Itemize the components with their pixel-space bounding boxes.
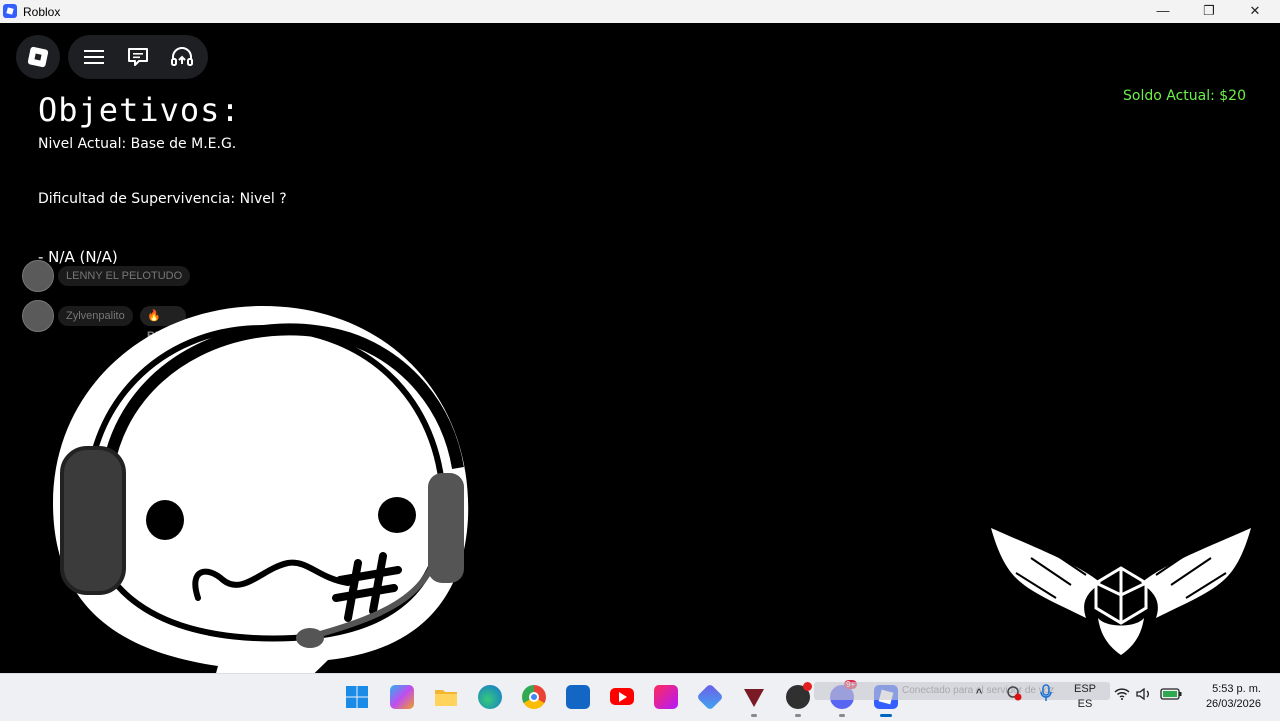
language-top: ESP bbox=[1074, 683, 1097, 695]
balance-text: Soldo Actual: $20 bbox=[1123, 88, 1246, 104]
game-launcher-icon[interactable] bbox=[742, 685, 766, 709]
volume-icon[interactable] bbox=[1136, 687, 1152, 704]
app-running-indicator bbox=[839, 714, 845, 717]
objective-item: - N/A (N/A) bbox=[38, 248, 118, 266]
windows-taskbar: 9+ Conectado para el servidor de voz ^ E… bbox=[0, 673, 1280, 721]
roblox-menu-button[interactable] bbox=[16, 35, 60, 79]
game-viewport[interactable]: Objetivos: Nivel Actual: Base de M.E.G. … bbox=[0, 23, 1280, 673]
window-titlebar[interactable]: Roblox — ❐ ✕ bbox=[0, 0, 1280, 23]
window-title: Roblox bbox=[23, 5, 61, 19]
security-warning-icon[interactable] bbox=[1006, 685, 1022, 704]
topbar-controls bbox=[68, 35, 208, 79]
objectives-panel: Objetivos: bbox=[38, 91, 241, 129]
system-clock[interactable]: 5:53 p. m. 26/03/2026 bbox=[1206, 682, 1261, 712]
minimize-button[interactable]: — bbox=[1140, 0, 1186, 23]
close-button[interactable]: ✕ bbox=[1232, 0, 1278, 23]
voice-headset-icon[interactable] bbox=[168, 43, 196, 71]
voice-notification: Conectado para el servidor de voz bbox=[814, 682, 1110, 700]
creative-cloud-icon[interactable] bbox=[654, 685, 678, 709]
player-name: LENNY EL PELOTUDO bbox=[58, 266, 191, 286]
current-level-text: Nivel Actual: Base de M.E.G. bbox=[38, 136, 237, 152]
youtube-icon[interactable] bbox=[610, 688, 634, 705]
app-active-indicator bbox=[880, 714, 892, 717]
chat-icon[interactable] bbox=[124, 43, 152, 71]
app-running-indicator bbox=[751, 714, 757, 717]
office-icon[interactable] bbox=[696, 683, 724, 711]
clock-date: 26/03/2026 bbox=[1205, 698, 1261, 710]
obs-icon[interactable] bbox=[786, 682, 812, 709]
app-running-indicator bbox=[795, 714, 801, 717]
avatar bbox=[22, 260, 54, 292]
streamer-overlay-face bbox=[53, 306, 469, 673]
edge-icon[interactable] bbox=[478, 685, 502, 709]
chrome-icon[interactable] bbox=[522, 685, 546, 709]
windows-start-icon[interactable] bbox=[345, 685, 369, 709]
objectives-title: Objetivos: bbox=[38, 91, 241, 129]
chevron-up-icon[interactable]: ^ bbox=[976, 686, 982, 701]
clock-time: 5:53 p. m. bbox=[1212, 683, 1261, 695]
eagle-emblem-logo bbox=[991, 528, 1251, 655]
battery-charging-icon[interactable] bbox=[1160, 688, 1182, 703]
outlook-icon[interactable] bbox=[566, 685, 590, 709]
language-indicator[interactable]: ESP ES bbox=[1074, 682, 1096, 712]
wifi-icon[interactable] bbox=[1114, 687, 1130, 703]
file-explorer-icon[interactable] bbox=[434, 685, 458, 709]
restore-button[interactable]: ❐ bbox=[1186, 0, 1232, 23]
copilot-icon[interactable] bbox=[390, 685, 414, 709]
language-bottom: ES bbox=[1077, 698, 1093, 710]
microphone-icon[interactable] bbox=[1039, 684, 1053, 705]
roblox-app-icon bbox=[3, 4, 17, 18]
hamburger-menu-icon[interactable] bbox=[80, 43, 108, 71]
roblox-logo-icon bbox=[27, 46, 49, 68]
difficulty-text: Dificultad de Supervivencia: Nivel ? bbox=[38, 191, 287, 207]
